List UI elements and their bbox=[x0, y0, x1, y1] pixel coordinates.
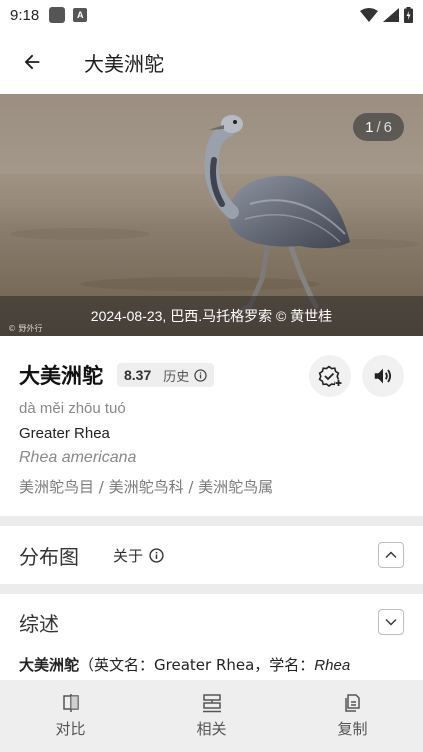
info-icon bbox=[194, 368, 207, 382]
copy-label: 复制 bbox=[337, 720, 368, 738]
species-latin-name: Rhea americana bbox=[19, 449, 137, 466]
wifi-icon bbox=[360, 8, 378, 22]
species-cn-name: 大美洲鸵 bbox=[19, 364, 103, 388]
related-button[interactable]: 相关 bbox=[141, 680, 282, 752]
history-label: 历史 bbox=[163, 369, 190, 385]
volume-icon bbox=[374, 368, 392, 384]
summary-text-mid: （英文名：Greater Rhea，学名： bbox=[79, 656, 315, 674]
summary-collapse-button[interactable] bbox=[378, 609, 404, 635]
species-taxonomy[interactable]: 美洲鸵鸟目 / 美洲鸵鸟科 / 美洲鸵鸟属 bbox=[19, 476, 273, 497]
photo-counter-separator: / bbox=[376, 118, 381, 136]
copy-icon bbox=[344, 694, 360, 712]
chevron-up-icon bbox=[385, 551, 397, 558]
distribution-expand-button[interactable] bbox=[378, 542, 404, 568]
photo-caption-text: 2024-08-23, 巴西.马托格罗索 © 黄世桂 bbox=[90, 308, 333, 324]
distribution-section[interactable]: 分布图 关于 bbox=[0, 526, 423, 584]
species-photo[interactable]: 1 / 6 2024-08-23, 巴西.马托格罗索 © 黄世桂 © 野外行 bbox=[0, 94, 423, 336]
app-bar: 大美洲鸵 bbox=[0, 30, 423, 94]
arrow-left-icon bbox=[24, 54, 40, 70]
notification-icon bbox=[49, 7, 66, 23]
score-value: 8.37 bbox=[124, 367, 152, 383]
distribution-about-link[interactable]: 关于 bbox=[113, 545, 164, 566]
info-icon bbox=[149, 547, 164, 563]
back-button[interactable] bbox=[0, 30, 64, 94]
photo-counter-total: 6 bbox=[383, 118, 392, 136]
summary-latin: Rhea bbox=[314, 657, 351, 674]
status-time: 9:18 bbox=[10, 6, 40, 24]
chevron-down-icon bbox=[385, 619, 397, 626]
about-label: 关于 bbox=[113, 546, 144, 565]
distribution-title: 分布图 bbox=[19, 544, 79, 569]
section-divider bbox=[0, 584, 423, 594]
species-info: 大美洲鸵 8.37 历史 dà měi zhōu tuó Greater Rhe… bbox=[0, 336, 423, 516]
page-title: 大美洲鸵 bbox=[84, 51, 164, 76]
summary-section[interactable]: 综述 bbox=[0, 594, 423, 650]
photo-caption: 2024-08-23, 巴西.马托格罗索 © 黄世桂 bbox=[0, 296, 423, 336]
photo-watermark: © 野外行 bbox=[8, 324, 43, 333]
summary-text: 大美洲鸵（英文名：Greater Rhea，学名：Rhea bbox=[19, 654, 409, 675]
species-english-name: Greater Rhea bbox=[19, 425, 110, 442]
species-pinyin: dà měi zhōu tuó bbox=[19, 400, 126, 417]
summary-title: 综述 bbox=[19, 611, 59, 636]
badge-add-icon bbox=[318, 365, 342, 388]
compare-icon bbox=[62, 694, 79, 712]
related-icon bbox=[202, 694, 221, 713]
add-to-list-button[interactable] bbox=[309, 355, 351, 397]
status-right-icons bbox=[360, 7, 413, 23]
photo-counter: 1 / 6 bbox=[353, 113, 404, 141]
play-sound-button[interactable] bbox=[362, 355, 404, 397]
status-bar: 9:18 A bbox=[0, 0, 423, 30]
summary-name-bold: 大美洲鸵 bbox=[19, 656, 80, 674]
bottom-action-bar: 对比 相关 复制 bbox=[0, 680, 423, 752]
photo-counter-current: 1 bbox=[365, 118, 374, 136]
copy-button[interactable]: 复制 bbox=[282, 680, 423, 752]
signal-icon bbox=[383, 8, 399, 22]
related-label: 相关 bbox=[196, 720, 227, 738]
app-notification-icon: A bbox=[73, 8, 88, 22]
battery-icon bbox=[404, 7, 413, 23]
section-divider bbox=[0, 516, 423, 526]
score-history-chip[interactable]: 8.37 历史 bbox=[117, 363, 215, 387]
compare-button[interactable]: 对比 bbox=[0, 680, 141, 752]
name-row: 大美洲鸵 8.37 历史 bbox=[19, 360, 215, 390]
compare-label: 对比 bbox=[55, 720, 86, 738]
